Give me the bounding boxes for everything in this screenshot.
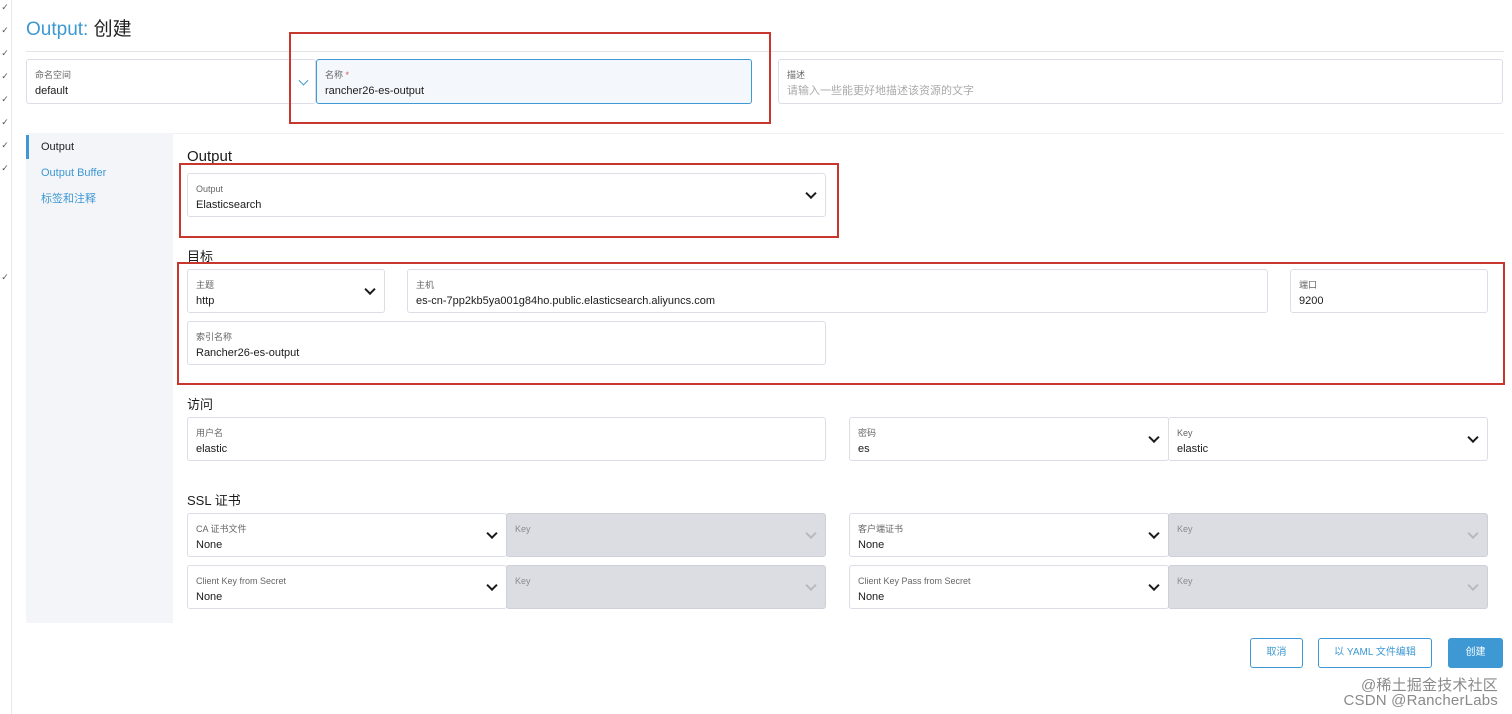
client-key-pass-key-select: Key xyxy=(1168,565,1488,609)
ca-file-key-label: Key xyxy=(515,524,531,534)
highlight-box-output-type xyxy=(179,163,839,238)
ssl-section-heading: SSL 证书 xyxy=(187,493,241,508)
edge-tick: ✓ xyxy=(1,25,9,35)
key-label: Key xyxy=(1177,428,1193,438)
client-cert-key-label: Key xyxy=(1177,524,1193,534)
client-key-pass-label: Client Key Pass from Secret xyxy=(858,576,971,586)
password-secret-select[interactable]: 密码 es xyxy=(849,417,1169,461)
username-value: elastic xyxy=(196,443,228,455)
password-label: 密码 xyxy=(858,428,877,438)
key-value: elastic xyxy=(1177,443,1209,455)
client-key-pass-select[interactable]: Client Key Pass from Secret None xyxy=(849,565,1169,609)
namespace-label: 命名空间 xyxy=(35,70,72,80)
client-key-key-label: Key xyxy=(515,576,531,586)
sidebar-item-output[interactable]: Output xyxy=(26,135,173,159)
namespace-value: default xyxy=(35,85,69,97)
ca-file-key-select: Key xyxy=(506,513,826,557)
sidebar-item-label: 标签和注释 xyxy=(41,193,96,205)
edge-tick: ✓ xyxy=(1,94,9,104)
page-title: Output: 创建 xyxy=(26,14,132,41)
edge-tick: ✓ xyxy=(1,272,9,282)
edge-tick: ✓ xyxy=(1,163,9,173)
sidebar-item-label: Output xyxy=(41,141,75,153)
sidebar: Output Output Buffer 标签和注释 xyxy=(26,133,173,623)
client-cert-select[interactable]: 客户端证书 None xyxy=(849,513,1169,557)
username-input[interactable]: 用户名 elastic xyxy=(187,417,826,461)
highlight-box-name xyxy=(289,32,771,124)
client-key-label: Client Key from Secret xyxy=(196,576,287,586)
client-key-key-select: Key xyxy=(506,565,826,609)
sidebar-item-output-buffer[interactable]: Output Buffer xyxy=(26,161,173,185)
edit-yaml-button[interactable]: 以 YAML 文件编辑 xyxy=(1318,638,1432,668)
client-key-select[interactable]: Client Key from Secret None xyxy=(187,565,507,609)
client-cert-value: None xyxy=(858,539,885,551)
page-title-prefix: Output: xyxy=(26,19,89,40)
username-label: 用户名 xyxy=(196,428,224,438)
namespace-select[interactable]: 命名空间 default xyxy=(26,59,316,104)
client-key-pass-value: None xyxy=(858,591,885,603)
ca-file-label: CA 证书文件 xyxy=(196,524,247,534)
ca-file-select[interactable]: CA 证书文件 None xyxy=(187,513,507,557)
description-input[interactable]: 描述 请输入一些能更好地描述该资源的文字 xyxy=(778,59,1503,104)
password-value: es xyxy=(858,443,870,455)
watermark-line-2: CSDN @RancherLabs xyxy=(1343,692,1498,709)
client-cert-key-select: Key xyxy=(1168,513,1488,557)
highlight-box-target xyxy=(177,262,1505,385)
cancel-button[interactable]: 取消 xyxy=(1250,638,1303,668)
left-edge-strip: ✓ ✓ ✓ ✓ ✓ ✓ ✓ ✓ ✓ xyxy=(0,0,12,714)
description-placeholder: 请输入一些能更好地描述该资源的文字 xyxy=(787,85,974,97)
page-title-main: 创建 xyxy=(93,19,132,40)
client-key-pass-key-label: Key xyxy=(1177,576,1193,586)
password-key-select[interactable]: Key elastic xyxy=(1168,417,1488,461)
client-cert-label: 客户端证书 xyxy=(858,524,904,534)
edge-tick: ✓ xyxy=(1,140,9,150)
edge-tick: ✓ xyxy=(1,71,9,81)
create-button[interactable]: 创建 xyxy=(1448,638,1503,668)
sidebar-item-labels-annotations[interactable]: 标签和注释 xyxy=(26,187,173,211)
edge-tick: ✓ xyxy=(1,2,9,12)
edge-tick: ✓ xyxy=(1,117,9,127)
sidebar-item-label: Output Buffer xyxy=(41,167,107,179)
description-label: 描述 xyxy=(787,70,806,80)
ca-file-value: None xyxy=(196,539,223,551)
edge-tick: ✓ xyxy=(1,48,9,58)
access-section-heading: 访问 xyxy=(187,397,214,412)
client-key-value: None xyxy=(196,591,223,603)
